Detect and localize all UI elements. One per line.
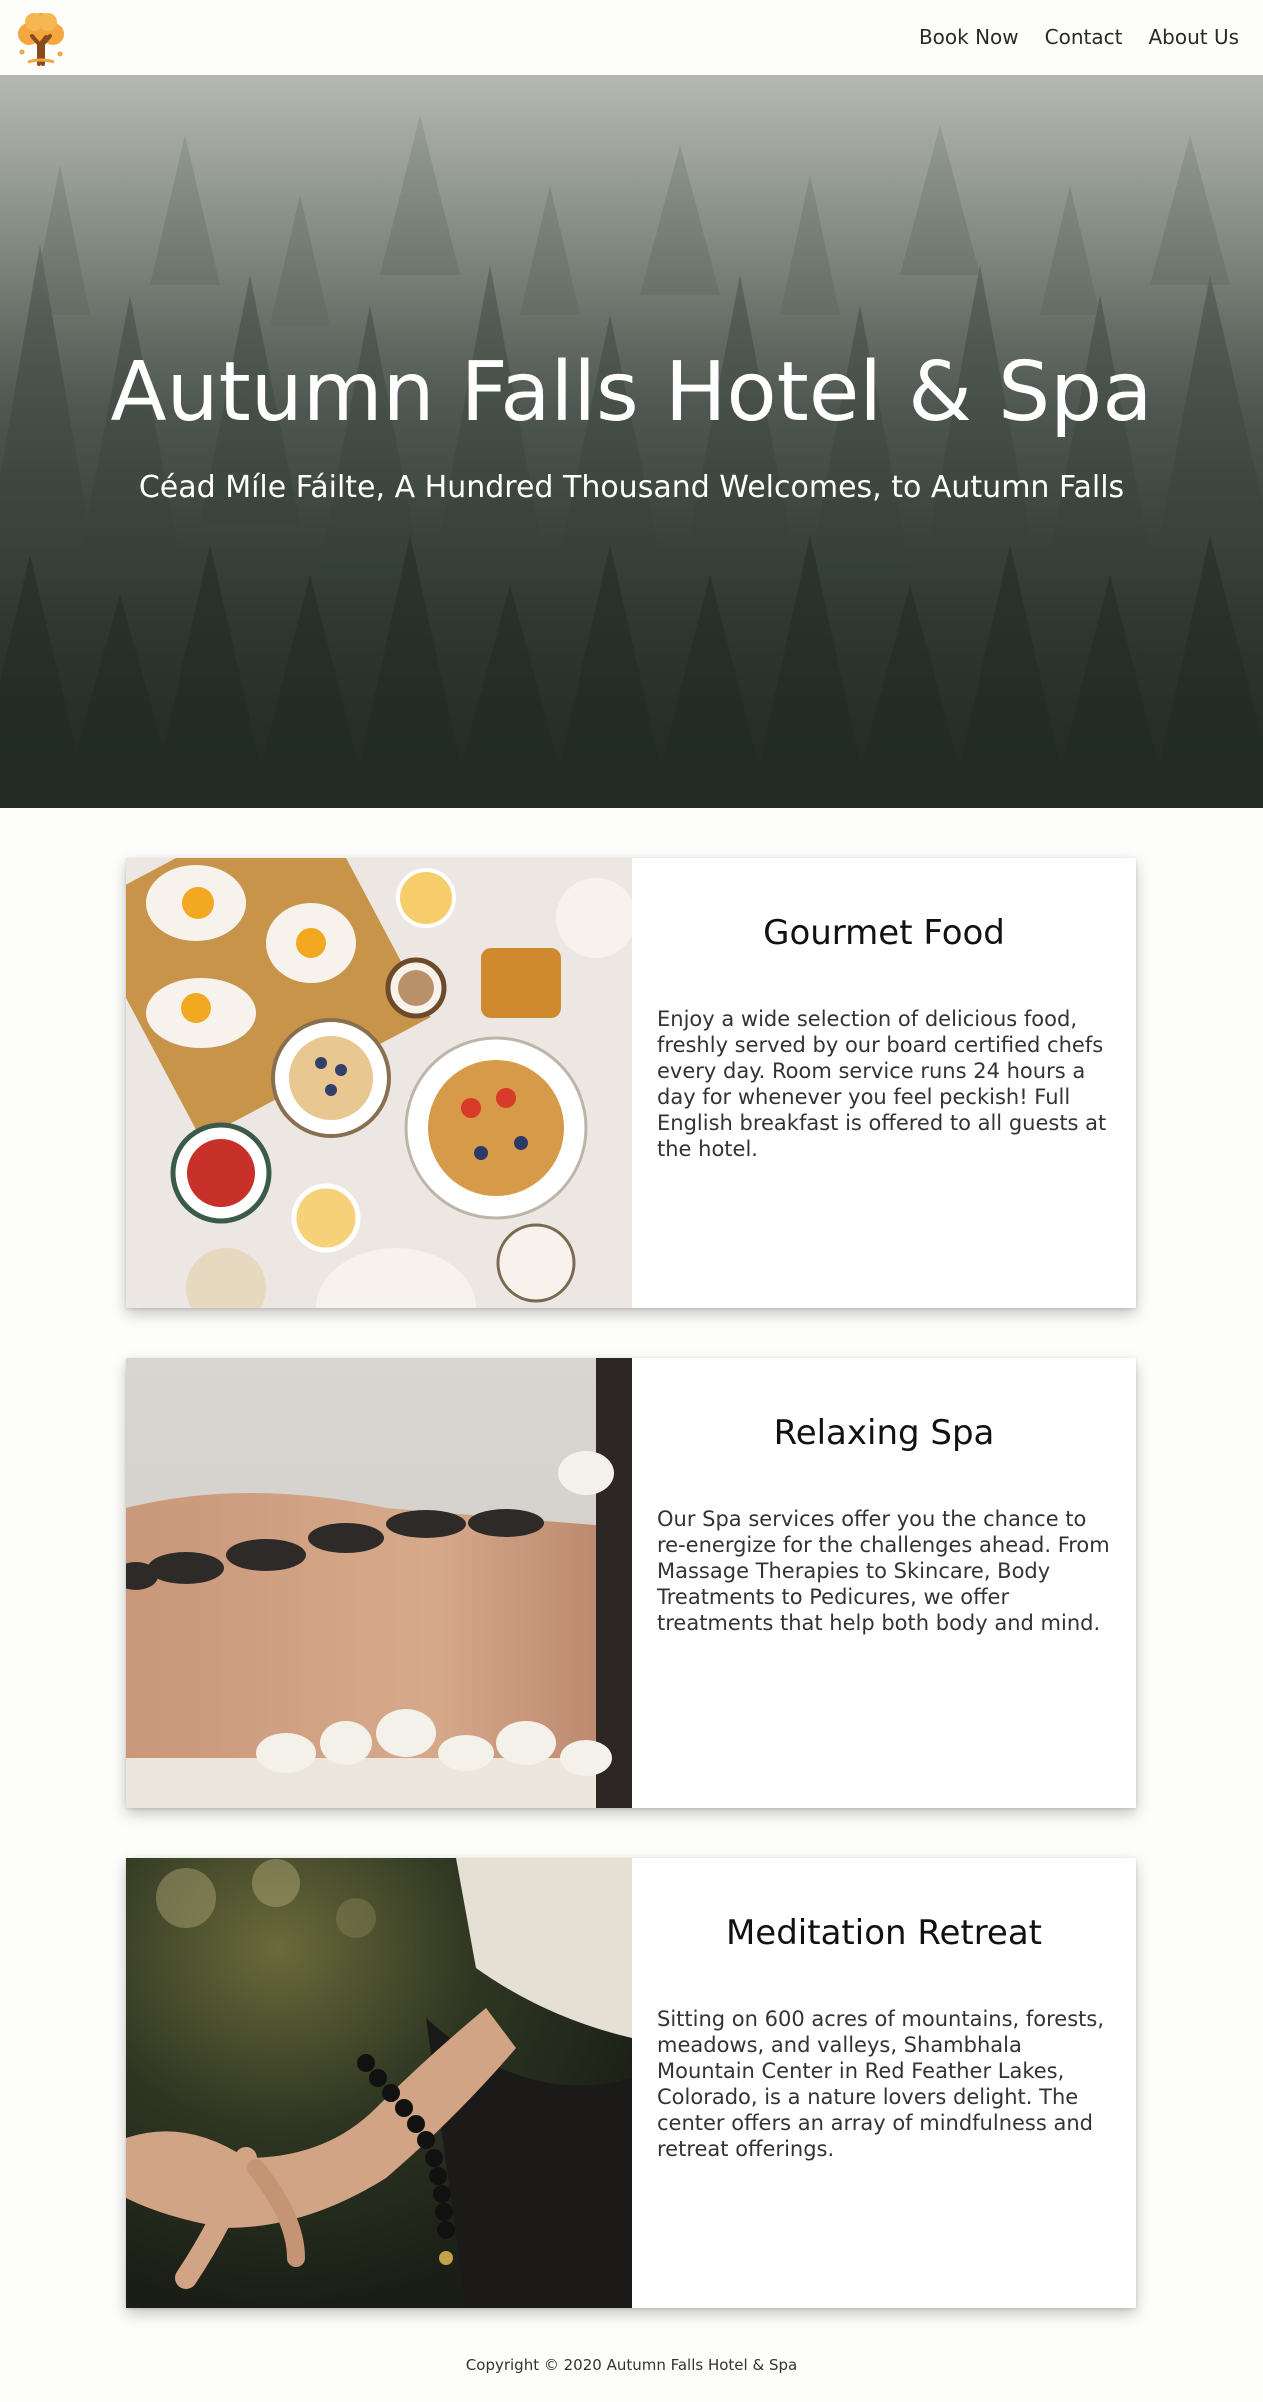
card-body: Meditation Retreat Sitting on 600 acres … [632, 1858, 1136, 2308]
footer-copyright: Copyright © 2020 Autumn Falls Hotel & Sp… [465, 2356, 798, 2374]
main-nav: Book Now Contact About Us [919, 25, 1239, 49]
card-meditation-retreat: Meditation Retreat Sitting on 600 acres … [126, 1858, 1136, 2308]
card-title: Gourmet Food [763, 913, 1005, 953]
hero-banner: Autumn Falls Hotel & Spa Céad Míle Fáilt… [0, 75, 1263, 808]
nav-about-us[interactable]: About Us [1148, 25, 1239, 49]
card-body: Relaxing Spa Our Spa services offer you … [632, 1358, 1136, 1808]
card-description: Enjoy a wide selection of delicious food… [657, 1007, 1107, 1161]
card-title: Relaxing Spa [773, 1413, 995, 1453]
card-body: Gourmet Food Enjoy a wide selection of d… [632, 858, 1136, 1308]
card-description: Sitting on 600 acres of mountains, fores… [657, 2007, 1104, 2161]
top-navbar: Book Now Contact About Us [0, 0, 1263, 75]
nav-contact[interactable]: Contact [1045, 25, 1123, 49]
meditation-hand-image [126, 1858, 632, 2308]
card-title: Meditation Retreat [725, 1913, 1043, 1953]
card-gourmet-food: Gourmet Food Enjoy a wide selection of d… [126, 858, 1136, 1308]
hot-stone-massage-image [126, 1358, 632, 1808]
card-relaxing-spa: Relaxing Spa Our Spa services offer you … [126, 1358, 1136, 1808]
hero-title: Autumn Falls Hotel & Spa [110, 345, 1153, 440]
hero-subtitle: Céad Míle Fáilte, A Hundred Thousand Wel… [138, 470, 1125, 505]
nav-book-now[interactable]: Book Now [919, 25, 1019, 49]
breakfast-table-image [126, 858, 632, 1308]
forest-background-image [0, 75, 1263, 808]
card-description: Our Spa services offer you the chance to… [657, 1507, 1110, 1635]
autumn-tree-icon[interactable] [10, 6, 72, 68]
